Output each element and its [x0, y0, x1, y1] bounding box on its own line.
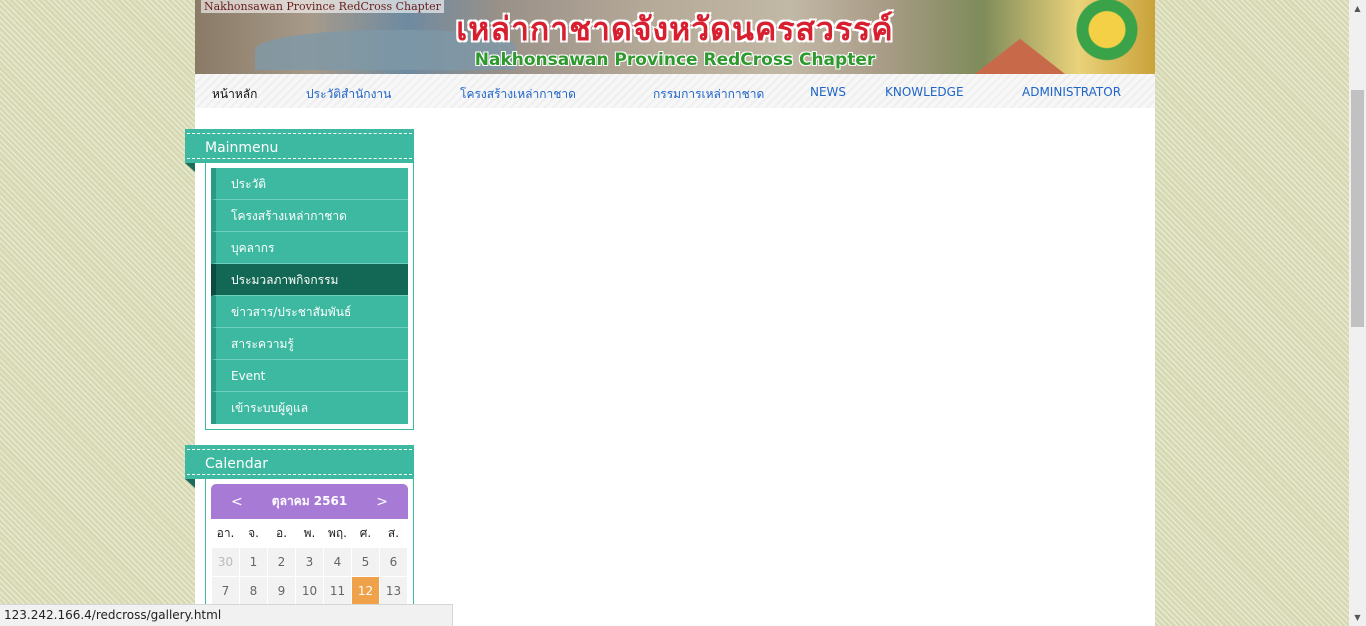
menu-item-event[interactable]: Event	[211, 360, 408, 392]
weekday-label: ส.	[387, 525, 400, 540]
calendar-body: < ตุลาคม 2561 > อา. จ. อ. พ. พฤ. ศ. ส. 3…	[205, 479, 414, 612]
calendar-day-cell[interactable]: 10	[295, 576, 324, 606]
calendar-day-cell[interactable]: 13	[379, 576, 408, 606]
calendar-weekday-row: อา. จ. อ. พ. พฤ. ศ. ส.	[212, 519, 408, 548]
menu-item-knowledge[interactable]: สาระความรู้	[211, 328, 408, 360]
nav-item-administrator[interactable]: ADMINISTRATOR	[1022, 85, 1121, 99]
calendar-grid: อา. จ. อ. พ. พฤ. ศ. ส. 30 1 2 3 4 5 6 7 …	[211, 519, 408, 606]
menu-item-gallery[interactable]: ประมวลภาพกิจกรรม	[211, 264, 408, 296]
calendar-day-cell[interactable]: 7	[211, 576, 240, 606]
calendar-day-cell[interactable]: 4	[323, 547, 352, 577]
nav-item-structure[interactable]: โครงสร้างเหล่ากาชาด	[460, 85, 576, 104]
calendar-day-cell[interactable]: 8	[239, 576, 268, 606]
calendar-box: Calendar < ตุลาคม 2561 > อา. จ. อ. พ. พฤ…	[185, 445, 414, 612]
calendar-header: < ตุลาคม 2561 >	[211, 484, 408, 519]
nav-item-office-history[interactable]: ประวัติสำนักงาน	[306, 85, 391, 104]
calendar-week-row: 7 8 9 10 11 12 13	[211, 576, 408, 606]
nav-item-home[interactable]: หน้าหลัก	[212, 85, 257, 104]
calendar-month-label: ตุลาคม 2561	[271, 494, 348, 508]
calendar-prev-button[interactable]: <	[231, 494, 243, 510]
banner-thai-title: เหล่ากาชาดจังหวัดนครสวรรค์	[456, 10, 894, 48]
weekday-label: ศ.	[359, 525, 372, 540]
nav-item-knowledge[interactable]: KNOWLEDGE	[885, 85, 964, 99]
calendar-next-button[interactable]: >	[376, 494, 388, 510]
weekday-label: จ.	[248, 525, 259, 540]
menu-item-admin-login[interactable]: เข้าระบบผู้ดูแล	[211, 392, 408, 424]
weekday-label: พ.	[303, 525, 316, 540]
scroll-down-arrow-icon[interactable]: ▼	[1349, 609, 1366, 626]
mainmenu-list: ประวัติ โครงสร้างเหล่ากาชาด บุคลากร ประม…	[205, 163, 414, 430]
calendar-ribbon-fold	[185, 479, 195, 488]
site-banner: Nakhonsawan Province RedCross Chapter เห…	[195, 0, 1155, 74]
menu-item-history[interactable]: ประวัติ	[211, 168, 408, 200]
nav-item-committee[interactable]: กรรมการเหล่ากาชาด	[653, 85, 764, 104]
banner-temple-image	[975, 38, 1065, 74]
nav-item-news[interactable]: NEWS	[810, 85, 846, 99]
banner-small-title: Nakhonsawan Province RedCross Chapter	[201, 0, 444, 13]
mainmenu-ribbon-fold	[185, 163, 195, 172]
weekday-label: อ.	[275, 525, 288, 540]
scroll-up-arrow-icon[interactable]: ▲	[1349, 0, 1366, 17]
calendar-day-cell[interactable]: 2	[267, 547, 296, 577]
top-navigation: หน้าหลัก ประวัติสำนักงาน โครงสร้างเหล่าก…	[195, 74, 1155, 108]
calendar-day-cell[interactable]: 9	[267, 576, 296, 606]
calendar-day-cell[interactable]: 6	[379, 547, 408, 577]
scrollbar-thumb[interactable]	[1351, 90, 1364, 327]
calendar-day-cell[interactable]: 3	[295, 547, 324, 577]
calendar-day-cell[interactable]: 30	[211, 547, 240, 577]
calendar-week-row: 30 1 2 3 4 5 6	[211, 547, 408, 577]
calendar-day-cell[interactable]: 1	[239, 547, 268, 577]
weekday-label: อา.	[216, 525, 235, 540]
calendar-title: Calendar	[185, 445, 414, 479]
menu-item-personnel[interactable]: บุคลากร	[211, 232, 408, 264]
menu-item-structure[interactable]: โครงสร้างเหล่ากาชาด	[211, 200, 408, 232]
menu-item-news[interactable]: ข่าวสาร/ประชาสัมพันธ์	[211, 296, 408, 328]
mainmenu-title: Mainmenu	[185, 129, 414, 163]
browser-status-bar: 123.242.166.4/redcross/gallery.html	[0, 604, 453, 626]
calendar-day-today[interactable]: 12	[351, 576, 380, 606]
mainmenu-box: Mainmenu ประวัติ โครงสร้างเหล่ากาชาด บุค…	[185, 129, 414, 430]
calendar-day-cell[interactable]: 11	[323, 576, 352, 606]
calendar-day-cell[interactable]: 5	[351, 547, 380, 577]
banner-english-title: Nakhonsawan Province RedCross Chapter	[474, 50, 876, 70]
page-container: Nakhonsawan Province RedCross Chapter เห…	[185, 0, 1155, 626]
vertical-scrollbar[interactable]: ▲ ▼	[1349, 0, 1366, 626]
weekday-label: พฤ.	[328, 525, 347, 540]
banner-dragon-image	[1075, 0, 1155, 74]
